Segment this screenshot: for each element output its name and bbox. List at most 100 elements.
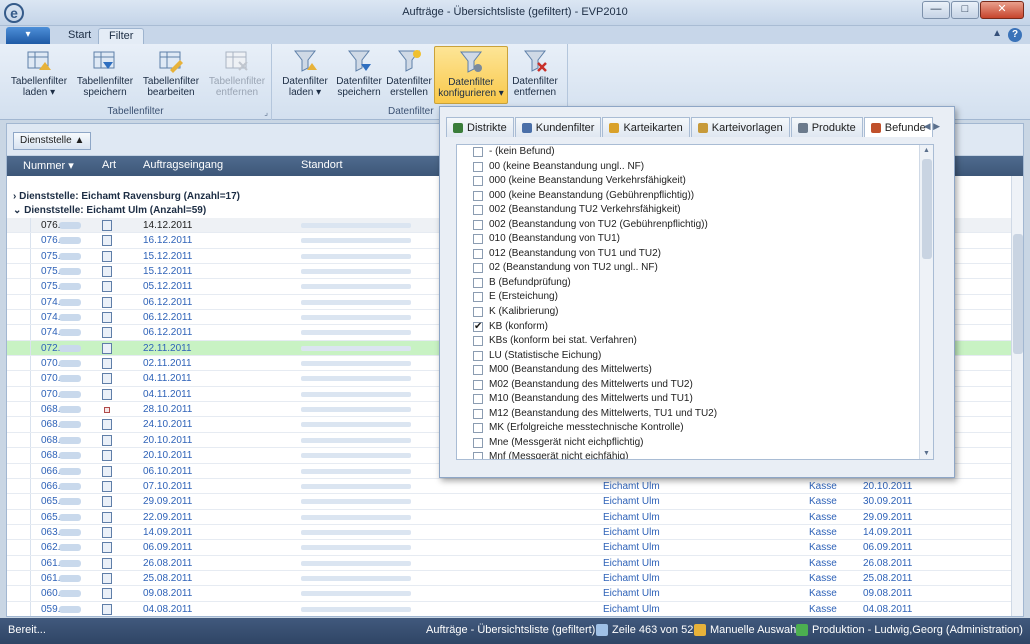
table-row[interactable]: 066. 07.10.2011 Eichamt Ulm Kasse 20.10.2011 xyxy=(7,478,1011,495)
befund-item[interactable]: 002 (Beanstandung von TU2 (Gebührenpflic… xyxy=(457,218,933,233)
befund-item[interactable]: Mnf (Messgerät nicht eichfähig) xyxy=(457,450,933,459)
redacted-cell xyxy=(59,237,81,245)
befund-item[interactable]: KBs (konform bei stat. Verfahren) xyxy=(457,334,933,349)
popup-tab[interactable]: Karteikarten xyxy=(602,117,690,137)
column-standort[interactable]: Standort xyxy=(301,159,343,171)
datenfilter-entfernen-button[interactable]: Datenfilter entfernen xyxy=(508,46,562,104)
checkbox[interactable] xyxy=(473,423,483,434)
popup-tab[interactable]: Produkte xyxy=(790,117,863,137)
datenfilter-laden-button[interactable]: Datenfilter laden ▾ xyxy=(276,46,334,104)
datenfilter-konfigurieren-button[interactable]: Datenfilter konfigurieren ▾ xyxy=(434,46,508,104)
tabellenfilter-entfernen-button[interactable]: Tabellenfilter entfernen xyxy=(204,46,270,104)
befund-item[interactable]: LU (Statistische Eichung) xyxy=(457,349,933,364)
checkbox[interactable] xyxy=(473,248,483,259)
checkbox[interactable] xyxy=(473,365,483,376)
befund-item[interactable]: M00 (Beanstandung des Mittelwerts) xyxy=(457,363,933,378)
popup-tab[interactable]: Distrikte xyxy=(446,117,514,137)
befund-item[interactable]: 000 (keine Beanstandung Verkehrsfähigkei… xyxy=(457,174,933,189)
befund-item[interactable]: MK (Erfolgreiche messtechnische Kontroll… xyxy=(457,421,933,436)
minimize-button[interactable]: — xyxy=(922,1,950,19)
tabellenfilter-bearbeiten-button[interactable]: Tabellenfilter bearbeiten xyxy=(138,46,204,104)
scroll-down-icon[interactable]: ▼ xyxy=(923,450,930,457)
tab-start[interactable]: Start xyxy=(58,28,101,44)
datenfilter-erstellen-button[interactable]: Datenfilter erstellen xyxy=(384,46,434,104)
table-row[interactable]: 059. 04.08.2011 Eichamt Ulm Kasse 04.08.2011 xyxy=(7,601,1011,616)
table-row[interactable]: 065. 29.09.2011 Eichamt Ulm Kasse 30.09.2011 xyxy=(7,494,1011,510)
befund-label: K (Kalibrierung) xyxy=(489,306,559,318)
checkbox[interactable] xyxy=(473,263,483,274)
popup-tab[interactable]: Befunde xyxy=(863,117,933,137)
befund-item[interactable]: M02 (Beanstandung des Mittelwerts und TU… xyxy=(457,378,933,393)
befund-item[interactable]: E (Ersteichung) xyxy=(457,290,933,305)
funnel-load-icon xyxy=(293,50,317,72)
checkbox[interactable] xyxy=(473,205,483,216)
checkbox[interactable] xyxy=(473,379,483,390)
checkbox[interactable] xyxy=(473,147,483,157)
befund-item[interactable]: 012 (Beanstandung von TU1 und TU2) xyxy=(457,247,933,262)
ribbon-collapse-icon[interactable]: ▲ xyxy=(992,28,1002,39)
scroll-thumb[interactable] xyxy=(922,159,932,259)
scroll-up-icon[interactable]: ▲ xyxy=(923,147,930,154)
befund-item[interactable]: 010 (Beanstandung von TU1) xyxy=(457,232,933,247)
befund-item[interactable]: 00 (keine Beanstandung ungl.. NF) xyxy=(457,160,933,175)
checkbox[interactable] xyxy=(473,234,483,245)
grid-vertical-scrollbar[interactable] xyxy=(1011,176,1023,616)
befund-item[interactable]: Mne (Messgerät nicht eichpflichtig) xyxy=(457,436,933,451)
befund-item[interactable]: K (Kalibrierung) xyxy=(457,305,933,320)
tabellenfilter-laden-button[interactable]: Tabellenfilter laden ▾ xyxy=(6,46,72,104)
checkbox[interactable] xyxy=(473,350,483,361)
checkbox[interactable] xyxy=(473,292,483,303)
maximize-button[interactable]: □ xyxy=(951,1,979,19)
table-row[interactable]: 065. 22.09.2011 Eichamt Ulm Kasse 29.09.2011 xyxy=(7,509,1011,525)
tabellenfilter-speichern-button[interactable]: Tabellenfilter speichern xyxy=(72,46,138,104)
befund-item[interactable]: KB (konform) xyxy=(457,320,933,335)
cell-nummer: 059. xyxy=(41,603,61,615)
table-row[interactable]: 061. 26.08.2011 Eichamt Ulm Kasse 26.08.2011 xyxy=(7,555,1011,571)
checkbox[interactable] xyxy=(473,437,483,448)
column-auftragseingang[interactable]: Auftragseingang xyxy=(143,159,223,171)
table-row[interactable]: 062. 06.09.2011 Eichamt Ulm Kasse 06.09.2011 xyxy=(7,540,1011,556)
checkbox[interactable] xyxy=(473,320,483,334)
checkbox[interactable] xyxy=(473,336,483,347)
befund-label: KBs (konform bei stat. Verfahren) xyxy=(489,335,637,347)
tab-scroll-arrows[interactable]: ◀ ▶ xyxy=(924,121,940,132)
close-button[interactable]: ✕ xyxy=(980,1,1024,19)
redacted-standort xyxy=(301,391,411,397)
column-art[interactable]: Art xyxy=(102,159,116,171)
ribbon-tab-strip: ▾ Start Filter ▲ ? xyxy=(0,26,1030,44)
befund-item[interactable]: B (Befundprüfung) xyxy=(457,276,933,291)
table-row[interactable]: 061. 25.08.2011 Eichamt Ulm Kasse 25.08.2011 xyxy=(7,570,1011,587)
befund-item[interactable]: - (kein Befund) xyxy=(457,145,933,160)
cell-auftragseingang: 04.08.2011 xyxy=(143,603,193,615)
checklist-scrollbar[interactable]: ▲ ▼ xyxy=(919,145,933,459)
popup-tab[interactable]: Karteivorlagen xyxy=(690,117,790,137)
cell-date: 06.09.2011 xyxy=(863,542,913,554)
group-chip-dienststelle[interactable]: Dienststelle ▲ xyxy=(13,132,92,150)
befund-item[interactable]: 002 (Beanstandung TU2 Verkehrsfähigkeit) xyxy=(457,203,933,218)
datenfilter-speichern-button[interactable]: Datenfilter speichern xyxy=(332,46,386,104)
table-row[interactable]: 060. 09.08.2011 Eichamt Ulm Kasse 09.08.2011 xyxy=(7,586,1011,602)
befund-item[interactable]: M12 (Beanstandung des Mittelwerts, TU1 u… xyxy=(457,407,933,422)
checkbox[interactable] xyxy=(473,190,483,201)
scroll-thumb[interactable] xyxy=(1013,234,1023,354)
befund-item[interactable]: 000 (keine Beanstandung (Gebührenpflicht… xyxy=(457,189,933,204)
checkbox[interactable] xyxy=(473,452,483,459)
row-indicator xyxy=(7,248,31,264)
checkbox[interactable] xyxy=(473,394,483,405)
column-nummer[interactable]: Nummer ▾ xyxy=(23,159,74,172)
checkbox[interactable] xyxy=(473,161,483,172)
help-icon[interactable]: ? xyxy=(1008,28,1022,42)
checkbox[interactable] xyxy=(473,219,483,230)
befund-item[interactable]: 02 (Beanstandung von TU2 ungl.. NF) xyxy=(457,261,933,276)
checkbox[interactable] xyxy=(473,307,483,318)
dialog-launcher-icon[interactable]: ⌟ xyxy=(264,108,268,117)
checkbox[interactable] xyxy=(473,176,483,187)
row-indicator xyxy=(7,601,31,616)
checkbox[interactable] xyxy=(473,277,483,288)
table-row[interactable]: 063. 14.09.2011 Eichamt Ulm Kasse 14.09.2011 xyxy=(7,524,1011,541)
tab-filter[interactable]: Filter xyxy=(98,28,145,44)
application-menu-button[interactable]: ▾ xyxy=(6,27,50,44)
popup-tab[interactable]: Kundenfilter xyxy=(514,117,602,137)
checkbox[interactable] xyxy=(473,408,483,419)
befund-item[interactable]: M10 (Beanstandung des Mittelwerts und TU… xyxy=(457,392,933,407)
